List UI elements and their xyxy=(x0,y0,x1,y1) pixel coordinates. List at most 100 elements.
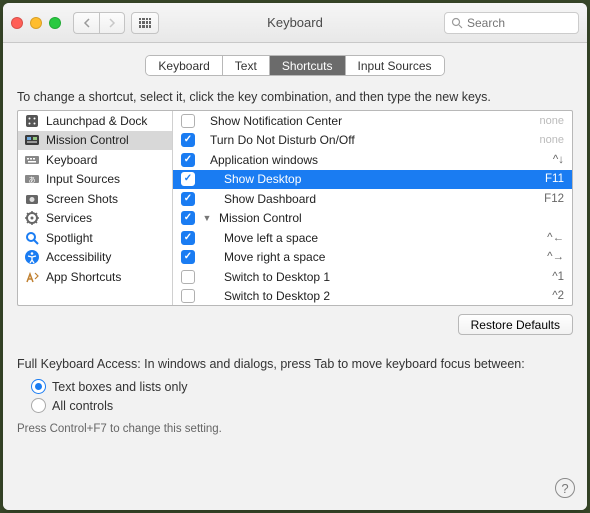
sidebar-item-label: Launchpad & Dock xyxy=(46,114,147,128)
spotlight-icon xyxy=(24,230,40,246)
shortcut-key: ^← xyxy=(547,232,564,244)
fka-option-textboxes[interactable]: Text boxes and lists only xyxy=(31,377,573,396)
nav-buttons xyxy=(73,12,125,34)
help-button[interactable]: ? xyxy=(555,478,575,498)
checkbox[interactable] xyxy=(181,133,195,147)
shortcut-row[interactable]: Move left a space ^← xyxy=(173,228,572,248)
accessibility-icon xyxy=(24,249,40,265)
search-icon xyxy=(451,17,463,29)
sidebar-item-services[interactable]: Services xyxy=(18,209,172,229)
shortcut-row[interactable]: Show DashboardF12 xyxy=(173,189,572,209)
tab-text[interactable]: Text xyxy=(223,56,270,75)
category-sidebar[interactable]: Launchpad & Dock Mission Control Keyboard あ… xyxy=(18,111,173,305)
checkbox[interactable] xyxy=(181,172,195,186)
sidebar-item-label: Accessibility xyxy=(46,250,111,264)
sidebar-item-label: Spotlight xyxy=(46,231,93,245)
shortcut-key: none xyxy=(540,115,564,127)
sidebar-item-label: Services xyxy=(46,211,92,225)
shortcut-label: Show Desktop xyxy=(202,172,538,186)
services-icon xyxy=(24,210,40,226)
close-icon[interactable] xyxy=(11,17,23,29)
checkbox[interactable] xyxy=(181,153,195,167)
forward-button[interactable] xyxy=(99,12,125,34)
fka-intro: Full Keyboard Access: In windows and dia… xyxy=(17,357,573,371)
sidebar-item-label: Input Sources xyxy=(46,172,120,186)
restore-defaults-button[interactable]: Restore Defaults xyxy=(458,314,573,335)
shortcut-label: Application windows xyxy=(202,153,546,167)
shortcut-row[interactable]: Turn Do Not Disturb On/Off none xyxy=(173,131,572,151)
shortcut-label: Move left a space xyxy=(202,231,540,245)
tab-bar: Keyboard Text Shortcuts Input Sources xyxy=(17,55,573,76)
instruction-text: To change a shortcut, select it, click t… xyxy=(17,90,573,104)
shortcut-row[interactable]: Show Notification Center none xyxy=(173,111,572,131)
checkbox[interactable] xyxy=(181,114,195,128)
sidebar-item-mission-control[interactable]: Mission Control xyxy=(18,131,172,151)
sidebar-item-screenshots[interactable]: Screen Shots xyxy=(18,189,172,209)
checkbox[interactable] xyxy=(181,270,195,284)
preferences-window: Keyboard Keyboard Text Shortcuts Input S… xyxy=(3,3,587,510)
shortcut-key: ^1 xyxy=(552,271,564,283)
shortcut-row[interactable]: ▼Mission Control xyxy=(173,209,572,229)
window-title: Keyboard xyxy=(267,15,323,30)
chevron-right-icon xyxy=(108,18,116,28)
app-shortcuts-icon xyxy=(24,269,40,285)
shortcut-key: ^2 xyxy=(552,290,564,302)
grid-icon xyxy=(139,18,151,28)
zoom-icon[interactable] xyxy=(49,17,61,29)
back-button[interactable] xyxy=(73,12,99,34)
fka-option-label: Text boxes and lists only xyxy=(52,380,188,394)
chevron-left-icon xyxy=(83,18,91,28)
fka-note: Press Control+F7 to change this setting. xyxy=(17,423,573,435)
sidebar-item-label: App Shortcuts xyxy=(46,270,121,284)
tab-shortcuts[interactable]: Shortcuts xyxy=(270,56,346,75)
checkbox[interactable] xyxy=(181,250,195,264)
search-input[interactable] xyxy=(467,16,572,30)
shortcut-label: Show Notification Center xyxy=(202,114,533,128)
shortcut-key: none xyxy=(540,134,564,146)
shortcut-label: Switch to Desktop 2 xyxy=(202,289,545,303)
shortcut-row[interactable]: Switch to Desktop 2 ^2 xyxy=(173,287,572,306)
sidebar-item-input-sources[interactable]: あ Input Sources xyxy=(18,170,172,190)
tab-input-sources[interactable]: Input Sources xyxy=(346,56,444,75)
sidebar-item-spotlight[interactable]: Spotlight xyxy=(18,228,172,248)
sidebar-item-app-shortcuts[interactable]: App Shortcuts xyxy=(18,267,172,287)
shortcut-row[interactable]: Move right a space ^→ xyxy=(173,248,572,268)
shortcut-key: F11 xyxy=(545,173,564,185)
shortcut-label: Turn Do Not Disturb On/Off xyxy=(202,133,533,147)
shortcut-label: Show Dashboard xyxy=(202,192,537,206)
shortcut-label: Switch to Desktop 1 xyxy=(202,270,545,284)
svg-text:あ: あ xyxy=(29,176,36,184)
search-field[interactable] xyxy=(444,12,579,34)
checkbox[interactable] xyxy=(181,231,195,245)
fka-option-label: All controls xyxy=(52,399,113,413)
sidebar-item-accessibility[interactable]: Accessibility xyxy=(18,248,172,268)
shortcut-key: ^↓ xyxy=(553,154,564,166)
shortcut-row[interactable]: Application windows ^↓ xyxy=(173,150,572,170)
input-sources-icon: あ xyxy=(24,171,40,187)
shortcut-row[interactable]: Switch to Desktop 1 ^1 xyxy=(173,267,572,287)
shortcut-key: ^→ xyxy=(547,251,564,263)
tab-keyboard[interactable]: Keyboard xyxy=(146,56,222,75)
checkbox[interactable] xyxy=(181,211,195,225)
shortcut-list[interactable]: Show Notification CenternoneTurn Do Not … xyxy=(173,111,572,305)
sidebar-item-label: Mission Control xyxy=(46,133,129,147)
mission-control-icon xyxy=(24,132,40,148)
radio-on-icon xyxy=(31,379,46,394)
keyboard-icon xyxy=(24,152,40,168)
radio-off-icon xyxy=(31,398,46,413)
sidebar-item-label: Screen Shots xyxy=(46,192,118,206)
disclosure-triangle-icon[interactable]: ▼ xyxy=(202,213,212,223)
shortcut-label: Move right a space xyxy=(202,250,540,264)
sidebar-item-launchpad[interactable]: Launchpad & Dock xyxy=(18,111,172,131)
fka-option-all[interactable]: All controls xyxy=(31,396,573,415)
checkbox[interactable] xyxy=(181,192,195,206)
minimize-icon[interactable] xyxy=(30,17,42,29)
sidebar-item-keyboard[interactable]: Keyboard xyxy=(18,150,172,170)
sidebar-item-label: Keyboard xyxy=(46,153,97,167)
shortcut-row[interactable]: Show Desktop F11 xyxy=(173,170,572,190)
titlebar: Keyboard xyxy=(3,3,587,43)
screenshots-icon xyxy=(24,191,40,207)
window-controls xyxy=(11,17,61,29)
checkbox[interactable] xyxy=(181,289,195,303)
show-all-button[interactable] xyxy=(131,12,159,34)
